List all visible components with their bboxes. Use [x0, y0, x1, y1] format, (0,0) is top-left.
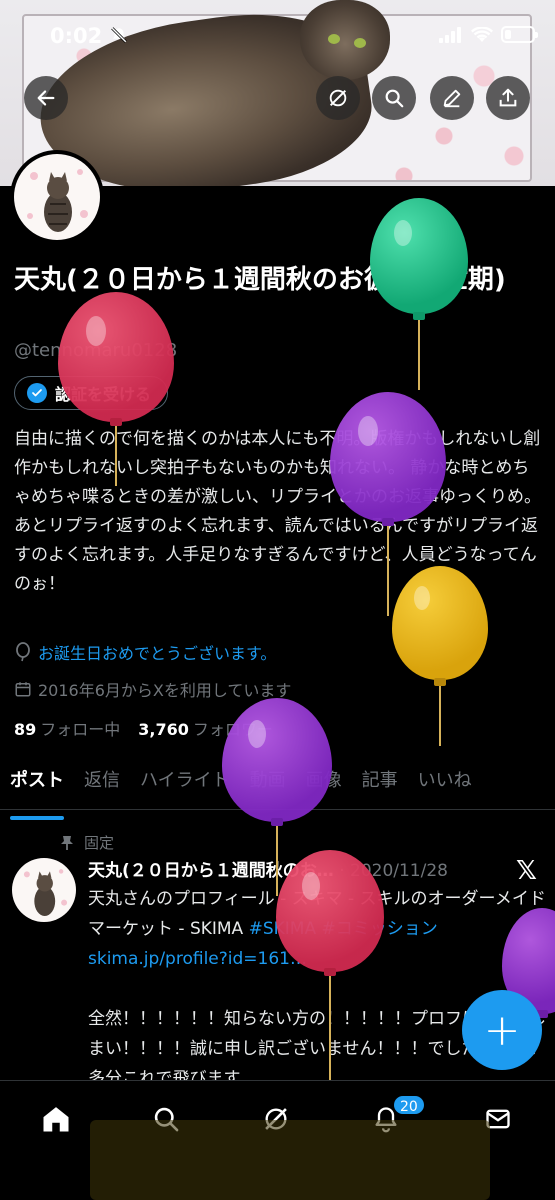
edit-icon [443, 89, 461, 108]
following-link[interactable]: 89 フォロー中 [14, 716, 120, 740]
wifi-icon [470, 25, 494, 43]
following-label: フォロー中 [40, 720, 121, 739]
balloon-red-2 [276, 850, 384, 1086]
followers-count: 3,760 [138, 720, 189, 739]
x-logo-icon[interactable]: 𝕏 [516, 856, 537, 886]
compose-button[interactable]: + [462, 990, 542, 1070]
balloon-icon [16, 642, 30, 662]
balloon-purple-1 [330, 392, 446, 616]
bottom-overlay-bar [90, 1120, 490, 1200]
pinned-indicator: 固定 [60, 832, 114, 853]
balloon-purple-2 [222, 698, 332, 896]
balloon-green [370, 198, 468, 390]
back-button[interactable] [24, 76, 68, 120]
battery-icon [501, 26, 538, 43]
signal-icon [439, 26, 461, 43]
arrow-left-icon [37, 90, 55, 106]
profile-avatar[interactable] [10, 150, 104, 244]
banner-cat-head [300, 0, 390, 80]
status-time: 0:02 [50, 24, 103, 48]
status-indicators [439, 25, 538, 43]
tab-posts[interactable]: ポスト [0, 764, 74, 820]
balloon-yellow [392, 566, 488, 746]
search-button[interactable] [372, 76, 416, 120]
pinned-label: 固定 [84, 834, 115, 852]
share-button[interactable] [486, 76, 530, 120]
search-icon [385, 89, 404, 108]
tab-articles[interactable]: 記事 [352, 764, 408, 809]
post-link[interactable]: skima.jp/profile?id=161… [88, 949, 307, 969]
balloon-red-1 [58, 292, 174, 486]
tab-replies[interactable]: 返信 [74, 764, 130, 809]
tab-likes[interactable]: いいね [408, 764, 482, 809]
share-icon [499, 88, 517, 107]
pin-icon [61, 835, 73, 850]
home-icon [43, 1107, 69, 1132]
birthday-row: お誕生日おめでとうございます。 [14, 640, 276, 664]
cat-eye [354, 38, 366, 48]
verified-check-icon [27, 383, 47, 403]
mute-bell-icon [110, 26, 128, 48]
following-count: 89 [14, 720, 37, 739]
notification-badge: 20 [392, 1094, 426, 1116]
birthday-text[interactable]: お誕生日おめでとうございます。 [38, 640, 276, 664]
cat-eye [328, 34, 340, 44]
nav-home[interactable] [36, 1099, 76, 1139]
avatar-cat-illustration [14, 154, 100, 240]
grok-icon [329, 89, 347, 107]
calendar-icon [15, 682, 31, 697]
post-author-avatar[interactable] [12, 858, 76, 922]
grok-button[interactable] [316, 76, 360, 120]
edit-profile-button[interactable] [430, 76, 474, 120]
